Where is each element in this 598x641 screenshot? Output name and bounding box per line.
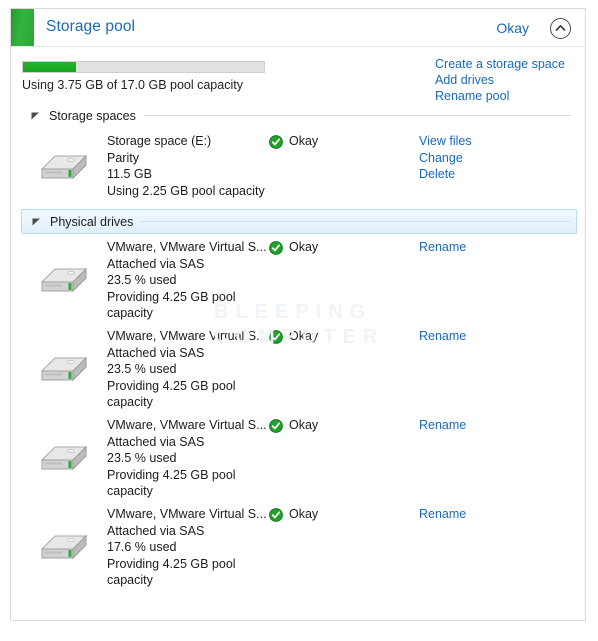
physical-drive-name: VMware, VMware Virtual S... [107, 329, 267, 343]
rename-link[interactable]: Rename [419, 506, 585, 523]
storage-space-info: Storage space (E:) Parity 11.5 GB Using … [107, 128, 269, 204]
status-badge: Okay [289, 507, 319, 521]
titlebar: Storage pool Okay [11, 9, 585, 47]
drive-icon [21, 234, 107, 323]
physical-drive-list: VMware, VMware Virtual S... Attached via … [11, 234, 585, 590]
physical-drive-used: 17.6 % used [107, 540, 177, 554]
physical-drive-info: VMware, VMware Virtual S... Attached via … [107, 412, 269, 501]
rename-link[interactable]: Rename [419, 328, 585, 345]
pool-capacity-meter [22, 61, 265, 73]
drive-icon [21, 412, 107, 501]
physical-drive-attachment: Attached via SAS [107, 345, 205, 360]
physical-drive-actions: Rename [419, 501, 585, 590]
green-check-icon [269, 508, 283, 522]
status-badge: Okay [289, 240, 319, 254]
physical-drive-providing: Providing 4.25 GB pool capacity [107, 378, 236, 410]
physical-drive-row[interactable]: VMware, VMware Virtual S... Attached via … [11, 323, 585, 412]
physical-drive-attachment: Attached via SAS [107, 434, 205, 449]
section-header-storage-spaces[interactable]: Storage spaces [21, 103, 577, 128]
create-a-storage-space-link[interactable]: Create a storage space [435, 56, 565, 72]
section-label-physical-drives: Physical drives [50, 214, 134, 229]
physical-drive-status: Okay [269, 412, 419, 501]
physical-drive-info: VMware, VMware Virtual S... Attached via … [107, 323, 269, 412]
storage-space-actions: View files Change Delete [419, 128, 585, 204]
rename-link[interactable]: Rename [419, 239, 585, 256]
chevron-up-icon[interactable] [550, 18, 571, 39]
add-drives-link[interactable]: Add drives [435, 72, 565, 88]
storage-space-usage: Using 2.25 GB pool capacity [107, 183, 265, 198]
rename-link[interactable]: Rename [419, 417, 585, 434]
physical-drive-attachment: Attached via SAS [107, 523, 205, 538]
physical-drive-row[interactable]: VMware, VMware Virtual S... Attached via … [11, 501, 585, 590]
collapse-triangle-icon [31, 111, 43, 120]
physical-drive-used: 23.5 % used [107, 451, 177, 465]
pool-capacity-area: Using 3.75 GB of 17.0 GB pool capacity C… [11, 47, 585, 103]
pool-status-label: Okay [496, 20, 529, 36]
storage-space-name: Storage space (E:) [107, 134, 212, 148]
status-badge: Okay [289, 329, 319, 343]
collapse-triangle-icon [32, 217, 44, 226]
change-link[interactable]: Change [419, 150, 585, 167]
drive-icon [21, 323, 107, 412]
green-check-icon [269, 330, 283, 344]
view-files-link[interactable]: View files [419, 133, 585, 150]
pool-capacity-meter-fill [23, 62, 77, 72]
storage-space-resiliency: Parity [107, 150, 139, 165]
green-check-icon [269, 241, 283, 255]
pool-color-swatch [11, 9, 34, 46]
storage-space-size: 11.5 GB [107, 167, 152, 181]
section-label-storage-spaces: Storage spaces [49, 108, 136, 123]
physical-drive-status: Okay [269, 501, 419, 590]
green-check-icon [269, 135, 283, 149]
physical-drive-actions: Rename [419, 234, 585, 323]
pool-capacity-label: Using 3.75 GB of 17.0 GB pool capacity [22, 78, 243, 92]
physical-drive-info: VMware, VMware Virtual S... Attached via … [107, 234, 269, 323]
physical-drive-name: VMware, VMware Virtual S... [107, 240, 267, 254]
drive-icon [21, 501, 107, 590]
delete-link[interactable]: Delete [419, 166, 585, 183]
storage-space-row[interactable]: Storage space (E:) Parity 11.5 GB Using … [11, 128, 585, 204]
drive-icon [21, 128, 107, 204]
physical-drive-row[interactable]: VMware, VMware Virtual S... Attached via … [11, 234, 585, 323]
physical-drive-actions: Rename [419, 412, 585, 501]
status-badge: Okay [289, 134, 319, 148]
physical-drive-used: 23.5 % used [107, 273, 177, 287]
physical-drive-used: 23.5 % used [107, 362, 177, 376]
storage-space-status: Okay [269, 128, 419, 204]
physical-drive-providing: Providing 4.25 GB pool capacity [107, 556, 236, 588]
physical-drive-name: VMware, VMware Virtual S... [107, 418, 267, 432]
green-check-icon [269, 419, 283, 433]
rename-pool-link[interactable]: Rename pool [435, 88, 565, 104]
section-divider [143, 115, 571, 116]
storage-pool-window: Storage pool Okay Using 3.75 GB of 17.0 … [10, 8, 586, 621]
pool-actions: Create a storage space Add drives Rename… [435, 56, 565, 104]
physical-drive-actions: Rename [419, 323, 585, 412]
physical-drive-name: VMware, VMware Virtual S... [107, 507, 267, 521]
physical-drive-status: Okay [269, 323, 419, 412]
physical-drive-info: VMware, VMware Virtual S... Attached via … [107, 501, 269, 590]
status-badge: Okay [289, 418, 319, 432]
section-header-physical-drives[interactable]: Physical drives [21, 209, 577, 234]
physical-drive-status: Okay [269, 234, 419, 323]
physical-drive-providing: Providing 4.25 GB pool capacity [107, 289, 236, 321]
physical-drive-row[interactable]: VMware, VMware Virtual S... Attached via … [11, 412, 585, 501]
physical-drive-providing: Providing 4.25 GB pool capacity [107, 467, 236, 499]
physical-drive-attachment: Attached via SAS [107, 256, 205, 271]
section-divider [141, 221, 570, 222]
page-title: Storage pool [46, 18, 136, 35]
